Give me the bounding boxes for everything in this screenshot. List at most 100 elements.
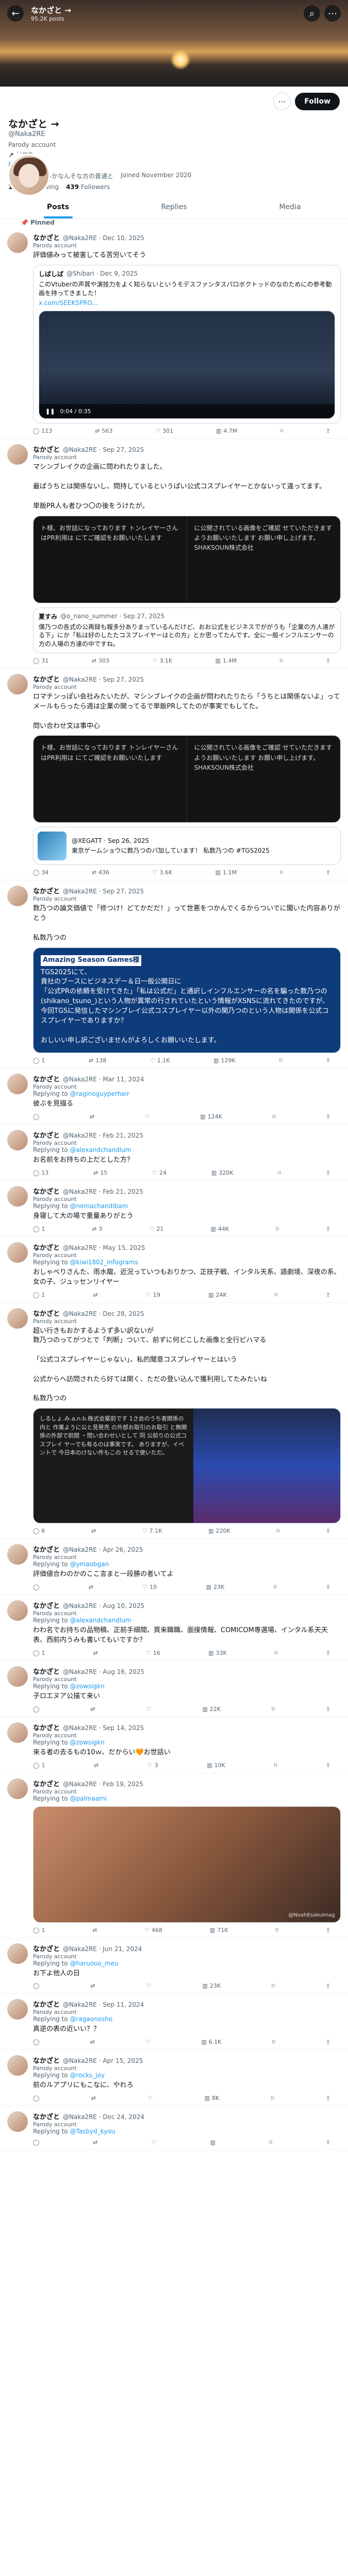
post-author-name[interactable]: なかざと [33, 2055, 60, 2065]
avatar[interactable] [7, 886, 28, 907]
attached-image[interactable]: ト様、お世話になっております トンレイヤーさんはPR利用は にてご確認をお願いい… [33, 735, 341, 823]
follow-button[interactable]: Follow [295, 93, 340, 110]
reply-action[interactable]: ◯ 31 [33, 657, 48, 664]
bookmark-action[interactable]: ⌑ [279, 1057, 282, 1064]
like-action[interactable]: ♡ 19 [146, 1292, 160, 1298]
bookmark-action[interactable]: ⌑ [271, 2095, 274, 2102]
views-action[interactable]: ▥ 129K [213, 1057, 236, 1064]
views-action[interactable]: ▥ 22K [202, 1706, 221, 1713]
post[interactable]: なかざと @Naka2RE · Dec 10, 2025 Parody accoun… [0, 227, 348, 439]
quoted-post[interactable]: しばしば @Shibari · Dec 9, 2025 このVtuberの声質や演技… [33, 264, 341, 424]
bookmark-action[interactable]: ⌑ [280, 657, 283, 664]
like-action[interactable]: ♡ [145, 1113, 150, 1120]
share-action[interactable]: ⇪ [326, 1170, 330, 1176]
reply-handle-link[interactable]: @ragaonosho [70, 2015, 112, 2023]
more-icon[interactable]: ⋯ [324, 5, 341, 22]
avatar[interactable] [7, 674, 28, 695]
views-action[interactable]: ▥ 23K [206, 1584, 225, 1590]
avatar[interactable] [7, 1600, 28, 1621]
video-player[interactable]: ❚❚ 0:04 / 0:35 [39, 311, 335, 419]
post-author-name[interactable]: なかざと [33, 1778, 60, 1788]
share-action[interactable]: ⇪ [326, 1057, 330, 1064]
views-action[interactable]: ▥ 24K [208, 1292, 227, 1298]
post-author-name[interactable]: なかざと [33, 1943, 60, 1953]
post-author-name[interactable]: なかざと [33, 1074, 60, 1083]
reply-action[interactable]: ◯ 113 [33, 428, 52, 434]
reply-handle-link[interactable]: @rocks_joy [70, 2072, 105, 2079]
share-action[interactable]: ⇪ [326, 1528, 330, 1534]
reply-handle-link[interactable]: @zowsigkn [70, 1739, 104, 1746]
like-action[interactable]: ♡ 3.1K [153, 657, 173, 664]
repost-action[interactable]: ⇄ [90, 1113, 94, 1120]
bookmark-action[interactable]: ⌑ [280, 869, 283, 876]
repost-action[interactable]: ⇄ [90, 1706, 95, 1713]
reply-action[interactable]: ◯ 1 [33, 1650, 45, 1656]
views-action[interactable]: ▥ [210, 2139, 216, 2146]
post-author-name[interactable]: なかざと [33, 1308, 60, 1318]
quoted-post[interactable]: 夏すみ @o_nano_summer · Sep 27, 2025 僕乃つの各式の公… [33, 607, 341, 654]
post-author-name[interactable]: なかざと [33, 444, 60, 454]
bookmark-action[interactable]: ⌑ [272, 1982, 275, 1989]
avatar[interactable] [7, 1242, 28, 1263]
avatar[interactable] [7, 1074, 28, 1095]
bookmark-action[interactable]: ⌑ [272, 1113, 275, 1120]
post-author-name[interactable]: なかざと [33, 1600, 60, 1610]
attached-image[interactable]: ト様、お世話になっております トンレイヤーさんはPR利用は にてご確認をお願いい… [33, 515, 341, 603]
like-action[interactable]: ♡ 468 [144, 1927, 162, 1934]
post-author-name[interactable]: なかざと [33, 674, 60, 684]
repost-action[interactable]: ⇄ [92, 1927, 97, 1934]
share-action[interactable]: ⇪ [326, 1927, 330, 1934]
pause-icon[interactable]: ❚❚ [45, 408, 55, 415]
share-action[interactable]: ⇪ [326, 1650, 330, 1656]
bookmark-action[interactable]: ⌑ [275, 1650, 278, 1656]
post[interactable]: なかざと @Naka2RE · Dec 28, 2025 Parody accoun… [0, 1303, 348, 1539]
post-author-name[interactable]: なかざと [33, 1242, 60, 1252]
repost-action[interactable]: ⇄ 138 [89, 1057, 106, 1064]
avatar[interactable] [7, 444, 28, 465]
views-action[interactable]: ▥ 1.4M [216, 657, 237, 664]
post-author-name[interactable]: なかざと [33, 1130, 60, 1140]
views-action[interactable]: ▥ 44K [210, 1226, 229, 1232]
post-author-name[interactable]: なかざと [33, 1186, 60, 1196]
repost-action[interactable]: ⇄ [90, 2039, 95, 2045]
more-options-icon[interactable]: ⋯ [273, 93, 291, 110]
reply-action[interactable]: ◯ 1 [33, 1057, 45, 1064]
post[interactable]: なかざと @Naka2RE · Feb 19, 2025 Parody accoun… [0, 1773, 348, 1938]
post[interactable]: なかざと @Naka2RE · Feb 21, 2025 Parody accoun… [0, 1125, 348, 1181]
like-action[interactable]: ♡ 3 [147, 1762, 158, 1769]
reply-handle-link[interactable]: @Tasbyd_kyou [70, 2128, 115, 2135]
views-action[interactable]: ▥ 8K [205, 2095, 220, 2102]
reply-action[interactable]: ◯ [33, 2095, 39, 2102]
like-action[interactable]: ♡ [152, 2139, 157, 2146]
post-author-name[interactable]: なかざと [33, 232, 60, 242]
post[interactable]: なかざと @Naka2RE · Sep 27, 2025 Parody accoun… [0, 439, 348, 669]
repost-action[interactable]: ⇄ [94, 1762, 98, 1769]
reply-handle-link[interactable]: @kiwi1802_infograms [70, 1259, 138, 1266]
views-action[interactable]: ▥ 6.1K [201, 2039, 221, 2045]
reply-handle-link[interactable]: @palmaami [70, 1795, 107, 1802]
bookmark-action[interactable]: ⌑ [272, 2039, 275, 2045]
views-action[interactable]: ▥ 23K [202, 1982, 221, 1989]
reply-handle-link[interactable]: @raginoguyperhair [70, 1090, 129, 1097]
like-action[interactable]: ♡ 3.6K [153, 869, 173, 876]
repost-action[interactable]: ⇄ [91, 1528, 96, 1534]
share-action[interactable]: ⇪ [326, 657, 330, 664]
like-action[interactable]: ♡ [147, 2095, 153, 2102]
post-author-name[interactable]: なかざと [33, 1666, 60, 1676]
reply-action[interactable]: ◯ 1 [33, 1762, 45, 1769]
avatar[interactable] [7, 2055, 28, 2076]
bookmark-action[interactable]: ⌑ [274, 1584, 277, 1590]
bookmark-action[interactable]: ⌑ [276, 1226, 279, 1232]
views-action[interactable]: ▥ 220K [208, 1528, 230, 1534]
post-author-name[interactable]: なかざと [33, 1999, 60, 2009]
avatar[interactable] [7, 2111, 28, 2132]
bookmark-action[interactable]: ⌑ [272, 1706, 275, 1713]
reply-action[interactable]: ◯ [33, 2139, 39, 2146]
share-action[interactable]: ⇪ [326, 1584, 330, 1590]
share-action[interactable]: ⇪ [326, 869, 330, 876]
post[interactable]: なかざと @Naka2RE · Sep 27, 2025 Parody accoun… [0, 669, 348, 881]
views-action[interactable]: ▥ 10K [207, 1762, 225, 1769]
repost-action[interactable]: ⇄ 563 [95, 428, 112, 434]
views-action[interactable]: ▥ 1.1M [216, 869, 237, 876]
bookmark-action[interactable]: ⌑ [275, 1292, 278, 1298]
